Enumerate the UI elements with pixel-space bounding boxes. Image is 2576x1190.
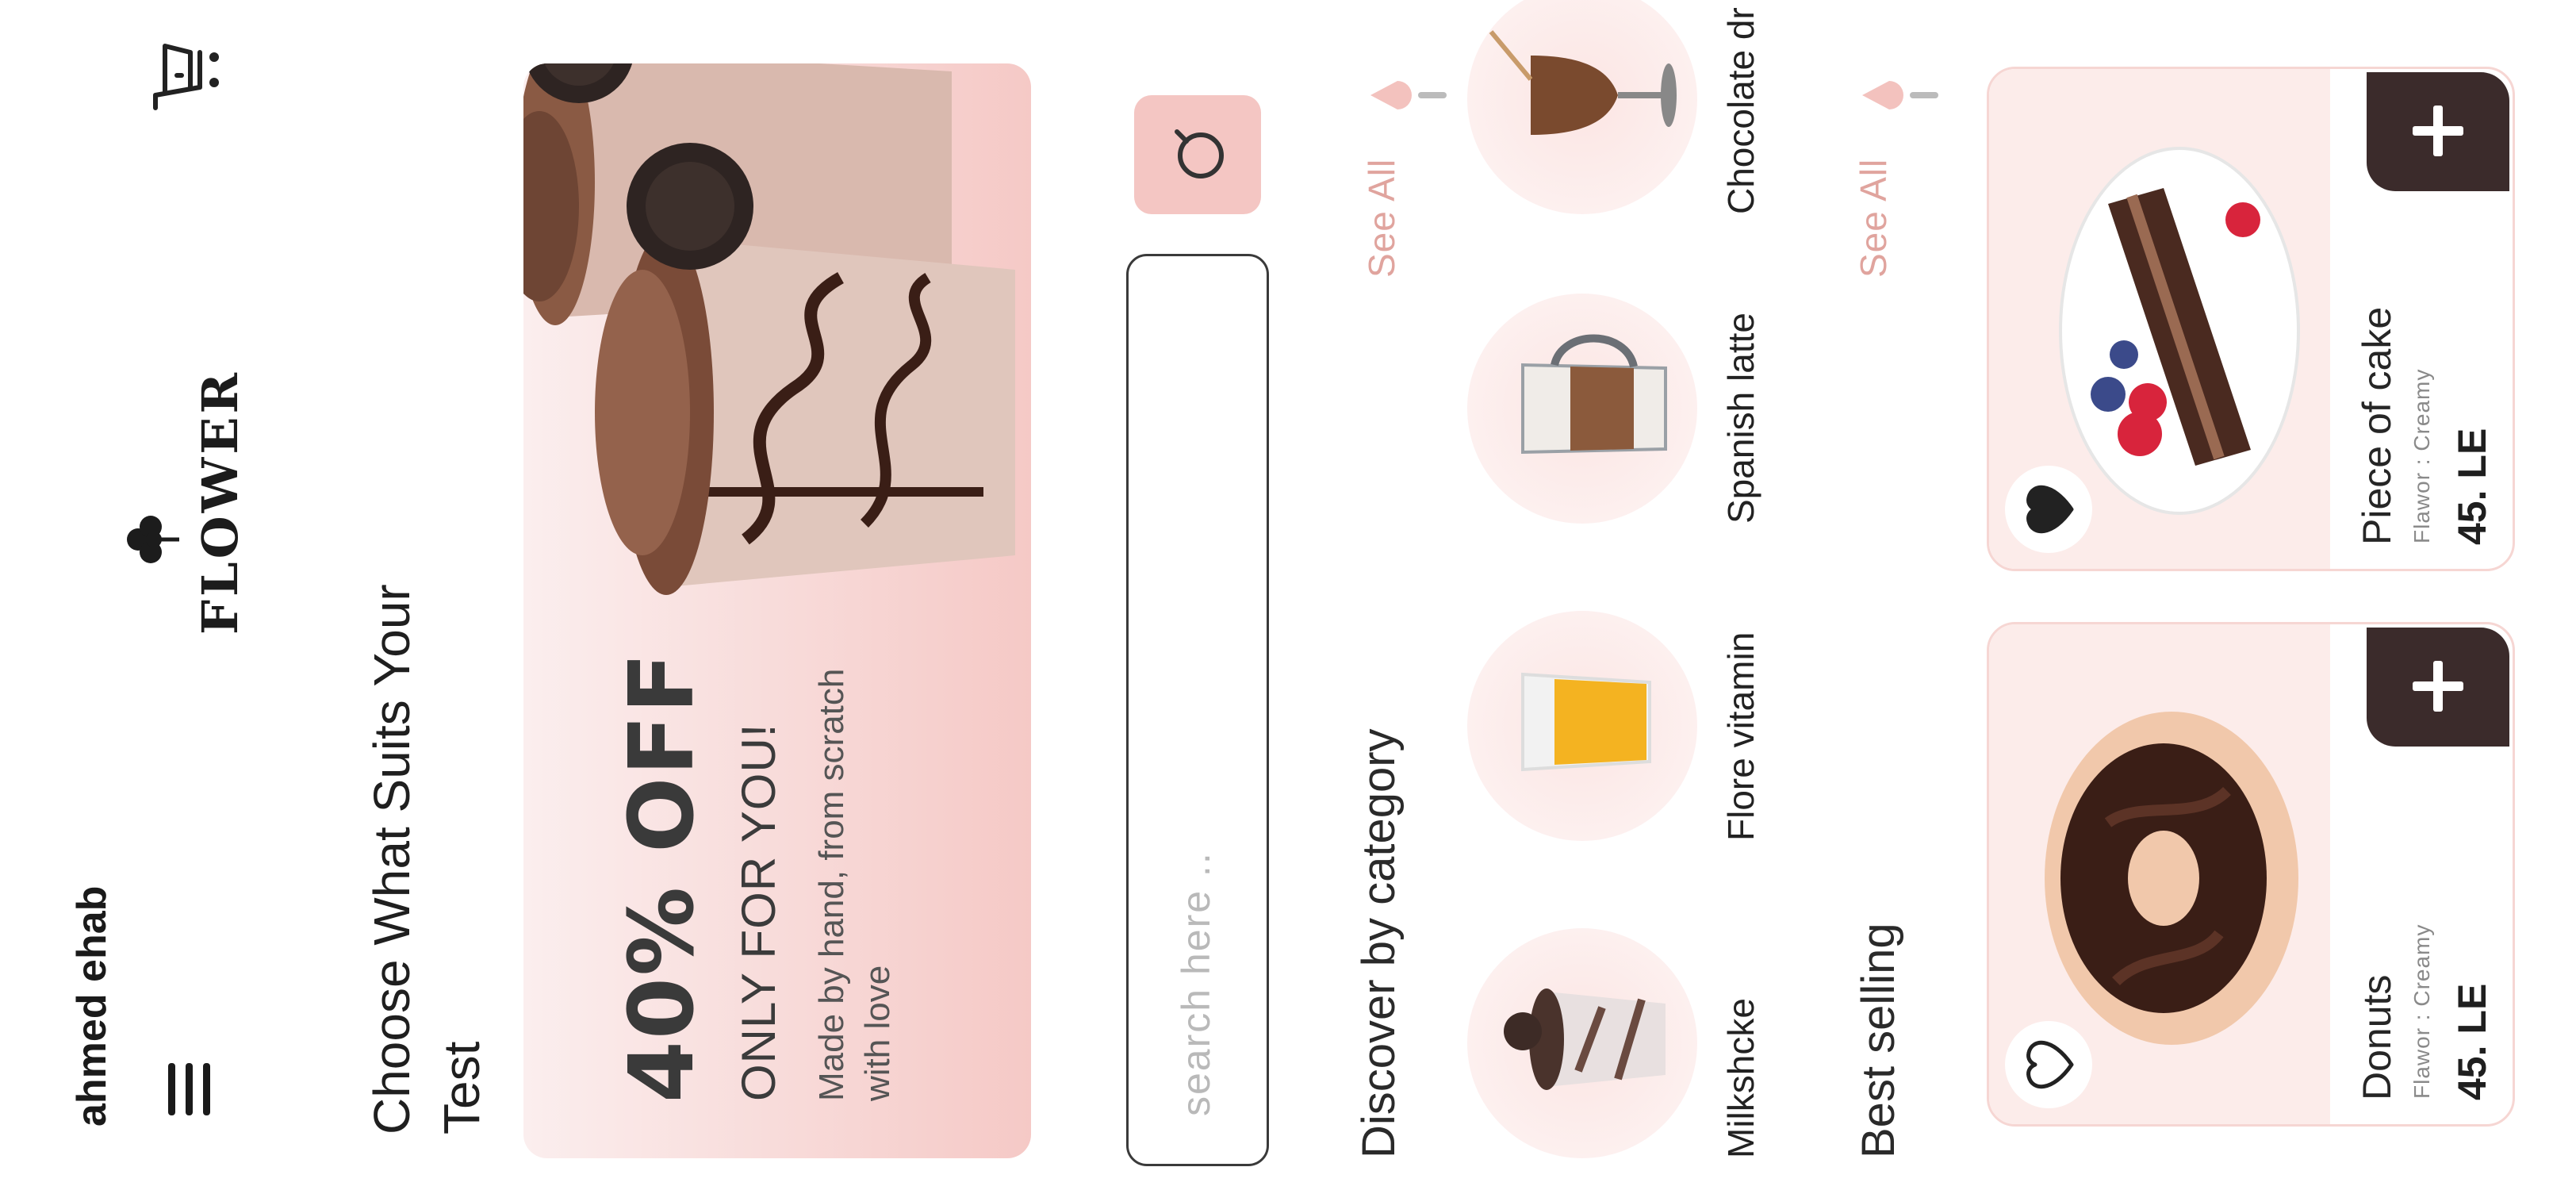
plus-icon xyxy=(2413,106,2463,156)
brand-name: FLOWER xyxy=(191,369,249,635)
pin-icon xyxy=(1370,81,1447,109)
product-flavor: Flawor : Creamy xyxy=(2409,923,2434,1099)
promo-description: Made by hand, from scratch with love xyxy=(812,668,897,1101)
product-name: Donuts xyxy=(2355,974,2399,1100)
category-label: Flore vitamin xyxy=(1720,631,1761,841)
user-name: ahmed ehab xyxy=(69,885,115,1127)
favorite-button[interactable] xyxy=(2005,466,2092,553)
product-price: 45. LE xyxy=(2450,983,2494,1100)
brand-logo: FLOWER xyxy=(119,369,262,635)
pin-icon xyxy=(1862,81,1938,109)
categories-see-all-link[interactable]: See All xyxy=(1360,159,1403,278)
category-label: Milkshcke xyxy=(1720,998,1761,1158)
best-selling-title: Best selling xyxy=(1853,923,1904,1158)
favorite-button[interactable] xyxy=(2005,1021,2092,1108)
search-placeholder: search here .. xyxy=(1174,851,1218,1116)
hamburger-menu-icon[interactable] xyxy=(159,1058,220,1120)
search-icon xyxy=(1175,129,1224,178)
product-card-piece-of-cake[interactable]: Piece of cake Flawor : Creamy 45. LE xyxy=(1987,67,2515,571)
cart-icon[interactable] xyxy=(141,32,228,119)
chocolate-drink-icon xyxy=(1489,30,1677,135)
flower-logo-icon xyxy=(127,516,179,563)
search-input[interactable]: search here .. xyxy=(1126,254,1269,1166)
category-item-milkshake[interactable]: Milkshcke xyxy=(1467,928,1816,1158)
search-button[interactable] xyxy=(1134,95,1261,214)
category-item-flore-vitamin[interactable]: Flore vitamin xyxy=(1467,611,1816,841)
product-price: 45. LE xyxy=(2450,428,2494,545)
app-screen: ahmed ehab FLOWER Choose What Suits Your… xyxy=(0,0,2576,1190)
page-headline: Choose What Suits Your Test xyxy=(363,584,490,1134)
milkshake-icon xyxy=(1504,988,1666,1090)
orange-juice-icon xyxy=(1521,672,1651,772)
add-to-cart-button[interactable] xyxy=(2367,72,2509,191)
promo-subtitle: ONLY FOR YOU! xyxy=(732,723,785,1101)
product-card-donuts[interactable]: Donuts Flawor : Creamy 45. LE xyxy=(1987,622,2515,1127)
categories-title: Discover by category xyxy=(1353,728,1405,1158)
category-item-spanish-latte[interactable]: Spanish latte xyxy=(1467,294,1816,524)
category-item-chocolate-drink[interactable]: Chocolate dr xyxy=(1467,0,1816,214)
category-label: Spanish latte xyxy=(1720,313,1761,524)
add-to-cart-button[interactable] xyxy=(2367,628,2509,747)
latte-icon xyxy=(1521,334,1667,455)
milkshake-cups-image xyxy=(523,63,1015,595)
heart-outline-icon xyxy=(2026,1040,2074,1089)
donut-cake-image xyxy=(2045,712,2298,1045)
product-name: Piece of cake xyxy=(2355,306,2399,545)
heart-filled-icon xyxy=(2026,485,2074,534)
plus-icon xyxy=(2413,661,2463,712)
product-flavor: Flawor : Creamy xyxy=(2409,368,2434,543)
best-selling-see-all-link[interactable]: See All xyxy=(1852,159,1895,278)
promo-discount: 40% OFF xyxy=(611,651,714,1103)
promo-banner[interactable]: 40% OFF ONLY FOR YOU! Made by hand, from… xyxy=(523,63,1031,1158)
chocolate-cake-slice-image xyxy=(2059,147,2300,515)
category-label: Chocolate dr xyxy=(1720,7,1761,214)
